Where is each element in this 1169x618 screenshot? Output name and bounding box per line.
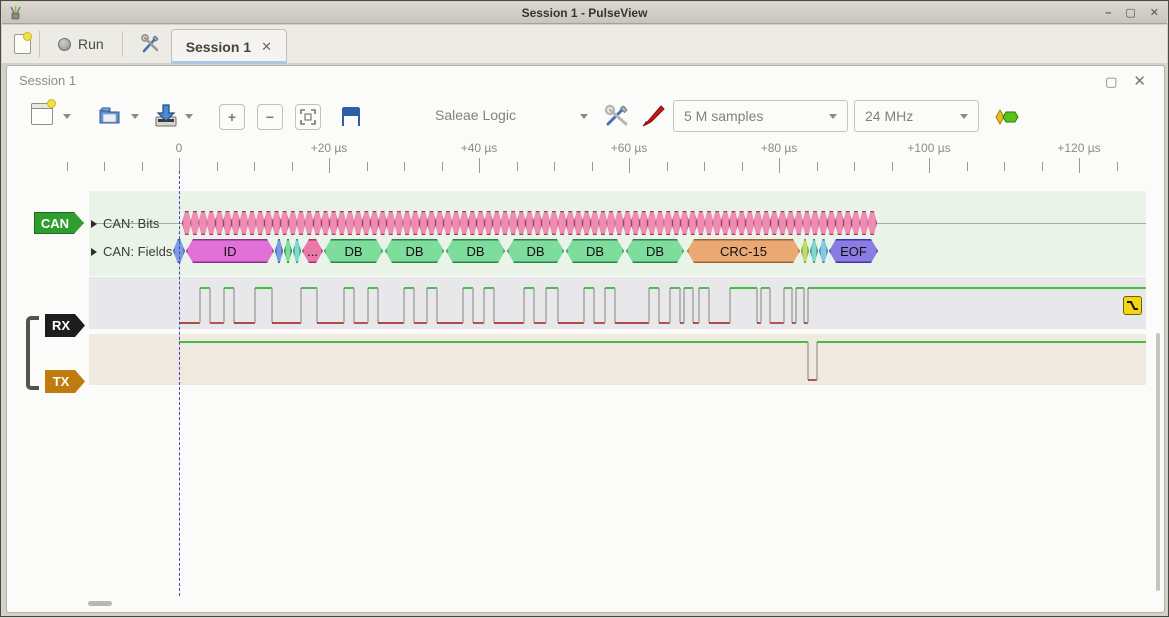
time-zero-cursor[interactable]	[179, 171, 180, 596]
horizontal-scrollbar[interactable]	[88, 601, 112, 606]
trigger-marker-icon[interactable]	[1123, 296, 1142, 315]
waveform-canvas[interactable]	[1, 1, 1169, 618]
pulseview-window: Session 1 - PulseView – ▢ ✕ Run Session …	[0, 0, 1169, 617]
vertical-scrollbar[interactable]	[1156, 333, 1160, 591]
